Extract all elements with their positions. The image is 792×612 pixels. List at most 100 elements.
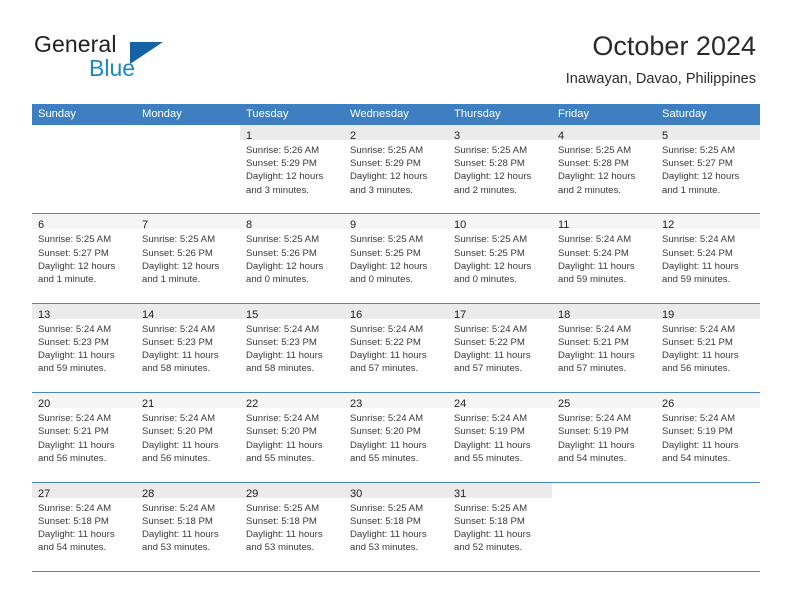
calendar-day-cell[interactable]: 2 Sunrise: 5:25 AM Sunset: 5:29 PM Daylight… <box>344 125 448 214</box>
day-detail-line: Daylight: 12 hours <box>454 171 532 183</box>
day-detail-line: Sunrise: 5:24 AM <box>350 413 424 425</box>
day-detail-line: and 1 minute. <box>662 184 721 196</box>
brand-logo[interactable]: General Blue <box>34 31 234 83</box>
day-detail-line: and 55 minutes. <box>246 452 315 464</box>
calendar-day-cell[interactable]: 8 Sunrise: 5:25 AM Sunset: 5:26 PM Daylight… <box>240 214 344 303</box>
day-number: 16 <box>350 308 363 321</box>
day-detail-line: Sunset: 5:21 PM <box>38 426 109 438</box>
day-detail-line: Daylight: 11 hours <box>558 260 635 272</box>
day-detail-line: Sunset: 5:23 PM <box>246 336 317 348</box>
day-number-bar: 21 <box>136 393 240 410</box>
calendar-day-cell[interactable]: 6 Sunrise: 5:25 AM Sunset: 5:27 PM Daylight… <box>32 214 136 303</box>
day-detail-line: and 54 minutes. <box>662 452 731 464</box>
calendar-week-row: 1 Sunrise: 5:26 AM Sunset: 5:29 PM Daylight… <box>32 125 760 215</box>
day-details: Sunrise: 5:24 AM Sunset: 5:21 PM Daylight:… <box>32 408 136 465</box>
calendar-grid: Sunday Monday Tuesday Wednesday Thursday Frid… <box>32 104 760 572</box>
calendar-day-cell[interactable]: 16 Sunrise: 5:24 AM Sunset: 5:22 PM Dayligh… <box>344 303 448 393</box>
weekday-header-saturday: Saturday <box>662 108 707 120</box>
day-number-bar: 16 <box>344 303 448 321</box>
calendar-day-cell[interactable]: 15 Sunrise: 5:24 AM Sunset: 5:23 PM Dayligh… <box>240 303 344 393</box>
calendar-day-cell[interactable]: 18 Sunrise: 5:24 AM Sunset: 5:21 PM Dayligh… <box>552 303 656 393</box>
day-detail-line: Sunrise: 5:24 AM <box>662 234 736 246</box>
day-number-bar: 12 <box>656 214 760 232</box>
calendar-day-cell[interactable]: 20 Sunrise: 5:24 AM Sunset: 5:21 PM Dayligh… <box>32 393 136 482</box>
day-number: 31 <box>454 487 467 500</box>
calendar-day-cell[interactable]: 3 Sunrise: 5:25 AM Sunset: 5:28 PM Daylight… <box>448 125 552 214</box>
day-number-bar: 1 <box>240 125 344 142</box>
calendar-day-cell[interactable]: 24 Sunrise: 5:24 AM Sunset: 5:19 PM Dayligh… <box>448 393 552 482</box>
day-number: 2 <box>350 130 357 142</box>
day-details: Sunrise: 5:24 AM Sunset: 5:18 PM Daylight:… <box>136 498 240 555</box>
calendar-week-row: 27 Sunrise: 5:24 AM Sunset: 5:18 PM Dayligh… <box>32 482 760 572</box>
day-number: 23 <box>350 398 363 411</box>
calendar-day-cell[interactable]: 29 Sunrise: 5:25 AM Sunset: 5:18 PM Dayligh… <box>240 482 344 571</box>
day-detail-line: Sunset: 5:24 PM <box>558 247 629 259</box>
day-detail-line: Daylight: 12 hours <box>662 171 740 183</box>
calendar-day-cell[interactable]: 12 Sunrise: 5:24 AM Sunset: 5:24 PM Dayligh… <box>656 214 760 303</box>
day-number-bar: 5 <box>656 125 760 142</box>
calendar-day-cell[interactable]: 14 Sunrise: 5:24 AM Sunset: 5:23 PM Dayligh… <box>136 303 240 393</box>
calendar-day-cell-empty <box>136 125 240 214</box>
day-detail-line: Daylight: 11 hours <box>38 350 115 362</box>
day-detail-line: Daylight: 11 hours <box>142 439 219 451</box>
day-number: 12 <box>662 219 675 232</box>
day-details: Sunrise: 5:25 AM Sunset: 5:18 PM Daylight:… <box>240 498 344 555</box>
day-detail-line: Daylight: 12 hours <box>246 260 324 272</box>
weekday-header-wednesday: Wednesday <box>350 108 409 120</box>
calendar-day-cell[interactable]: 26 Sunrise: 5:24 AM Sunset: 5:19 PM Dayligh… <box>656 393 760 482</box>
calendar-day-cell[interactable]: 1 Sunrise: 5:26 AM Sunset: 5:29 PM Daylight… <box>240 125 344 214</box>
calendar-day-cell[interactable]: 23 Sunrise: 5:24 AM Sunset: 5:20 PM Dayligh… <box>344 393 448 482</box>
day-number: 9 <box>350 219 357 232</box>
day-number: 29 <box>246 487 259 500</box>
day-details: Sunrise: 5:25 AM Sunset: 5:26 PM Daylight:… <box>136 229 240 286</box>
calendar-day-cell[interactable]: 25 Sunrise: 5:24 AM Sunset: 5:19 PM Dayligh… <box>552 393 656 482</box>
calendar-day-cell[interactable]: 27 Sunrise: 5:24 AM Sunset: 5:18 PM Dayligh… <box>32 482 136 571</box>
day-number: 24 <box>454 398 467 411</box>
calendar-day-cell[interactable]: 19 Sunrise: 5:24 AM Sunset: 5:21 PM Dayligh… <box>656 303 760 393</box>
day-number: 3 <box>454 130 461 142</box>
calendar-day-cell[interactable]: 9 Sunrise: 5:25 AM Sunset: 5:25 PM Daylight… <box>344 214 448 303</box>
day-details: Sunrise: 5:24 AM Sunset: 5:20 PM Daylight:… <box>344 408 448 465</box>
calendar-day-cell-empty <box>552 482 656 571</box>
day-number-bar: 27 <box>32 482 136 500</box>
day-detail-line: Daylight: 11 hours <box>142 528 219 540</box>
day-number: 1 <box>246 130 253 142</box>
day-detail-line: Sunrise: 5:24 AM <box>38 413 112 425</box>
day-number: 20 <box>38 398 51 411</box>
day-details: Sunrise: 5:25 AM Sunset: 5:18 PM Daylight:… <box>344 498 448 555</box>
day-detail-line: Daylight: 11 hours <box>38 528 115 540</box>
calendar-day-cell[interactable]: 17 Sunrise: 5:24 AM Sunset: 5:22 PM Dayligh… <box>448 303 552 393</box>
day-number: 8 <box>246 219 253 232</box>
day-detail-line: Sunrise: 5:24 AM <box>142 502 216 514</box>
calendar-day-cell[interactable]: 22 Sunrise: 5:24 AM Sunset: 5:20 PM Dayligh… <box>240 393 344 482</box>
calendar-day-cell[interactable]: 31 Sunrise: 5:25 AM Sunset: 5:18 PM Dayligh… <box>448 482 552 571</box>
calendar-day-cell[interactable]: 11 Sunrise: 5:24 AM Sunset: 5:24 PM Dayligh… <box>552 214 656 303</box>
day-detail-line: Sunrise: 5:24 AM <box>454 323 528 335</box>
calendar-day-cell[interactable]: 10 Sunrise: 5:25 AM Sunset: 5:25 PM Dayligh… <box>448 214 552 303</box>
calendar-day-cell[interactable]: 21 Sunrise: 5:24 AM Sunset: 5:20 PM Dayligh… <box>136 393 240 482</box>
day-detail-line: Sunset: 5:20 PM <box>350 426 421 438</box>
day-detail-line: Sunrise: 5:26 AM <box>246 145 320 156</box>
calendar-week-row: 13 Sunrise: 5:24 AM Sunset: 5:23 PM Dayligh… <box>32 303 760 394</box>
day-details: Sunrise: 5:24 AM Sunset: 5:19 PM Daylight:… <box>656 408 760 465</box>
day-detail-line: Sunset: 5:19 PM <box>454 426 525 438</box>
day-number-bar: 7 <box>136 214 240 231</box>
day-number: 10 <box>454 219 467 232</box>
day-detail-line: Daylight: 11 hours <box>142 350 219 362</box>
calendar-day-cell[interactable]: 5 Sunrise: 5:25 AM Sunset: 5:27 PM Daylight… <box>656 125 760 214</box>
day-details: Sunrise: 5:24 AM Sunset: 5:21 PM Daylight:… <box>656 319 760 376</box>
calendar-day-cell[interactable]: 4 Sunrise: 5:25 AM Sunset: 5:28 PM Daylight… <box>552 125 656 214</box>
calendar-day-cell[interactable]: 13 Sunrise: 5:24 AM Sunset: 5:23 PM Dayligh… <box>32 303 136 393</box>
calendar-day-cell[interactable]: 28 Sunrise: 5:24 AM Sunset: 5:18 PM Dayligh… <box>136 482 240 571</box>
day-details: Sunrise: 5:25 AM Sunset: 5:29 PM Daylight:… <box>344 140 448 197</box>
day-number-bar: 18 <box>552 303 656 321</box>
day-detail-line: Sunset: 5:23 PM <box>38 336 109 348</box>
day-detail-line: and 0 minutes. <box>350 274 413 285</box>
calendar-day-cell[interactable]: 7 Sunrise: 5:25 AM Sunset: 5:26 PM Daylight… <box>136 214 240 303</box>
day-detail-line: and 56 minutes. <box>662 363 731 375</box>
day-detail-line: Sunrise: 5:25 AM <box>662 145 736 156</box>
weekday-header-tuesday: Tuesday <box>246 108 289 120</box>
day-detail-line: and 58 minutes. <box>246 363 315 375</box>
calendar-day-cell[interactable]: 30 Sunrise: 5:25 AM Sunset: 5:18 PM Dayligh… <box>344 482 448 571</box>
day-detail-line: Sunset: 5:25 PM <box>454 247 525 259</box>
